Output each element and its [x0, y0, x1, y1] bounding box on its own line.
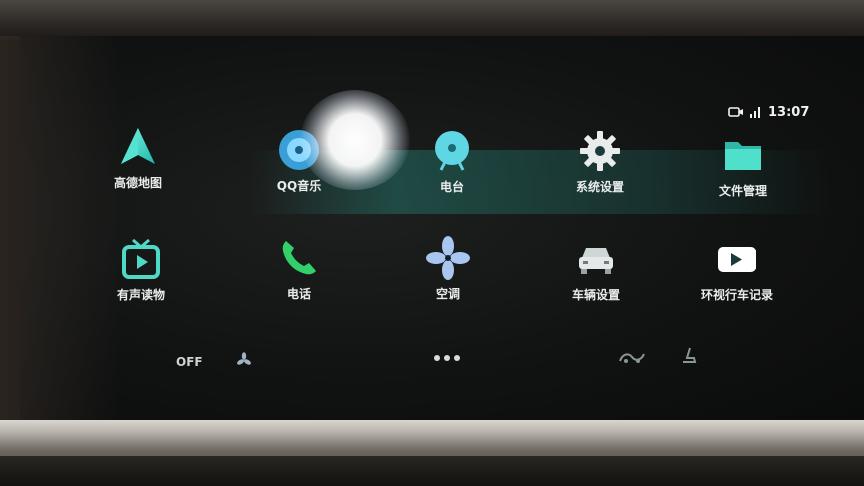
- ac-power-toggle[interactable]: OFF: [176, 355, 203, 369]
- app-audiobook[interactable]: 有声读物: [86, 236, 196, 303]
- dashboard-bezel-top: [0, 0, 864, 40]
- radio-icon: [435, 131, 469, 171]
- dashboard-panel-bottom: [0, 456, 864, 486]
- screen-reflection: [0, 36, 120, 422]
- fan-icon: [426, 236, 470, 280]
- seat-icon[interactable]: [678, 346, 698, 366]
- app-system-settings[interactable]: 系统设置: [545, 128, 655, 195]
- app-file-manager[interactable]: 文件管理: [688, 132, 798, 199]
- seat-heat-icon[interactable]: [617, 349, 647, 365]
- tv-play-icon: [122, 238, 160, 279]
- car-icon: [579, 248, 613, 274]
- more-dots-icon[interactable]: [433, 353, 461, 363]
- app-label: 车辆设置: [571, 288, 620, 302]
- app-dashcam[interactable]: 环视行车记录: [682, 236, 792, 303]
- fan-icon[interactable]: [236, 352, 252, 368]
- phone-icon: [282, 241, 316, 275]
- app-air-conditioning[interactable]: 空调: [393, 235, 503, 302]
- app-label: 高德地图: [113, 176, 162, 190]
- signal-icon: [750, 107, 760, 118]
- infotainment-screen: [20, 36, 864, 422]
- app-label: 电台: [439, 180, 464, 194]
- gear-icon: [580, 131, 620, 171]
- clock: 13:07: [768, 104, 810, 120]
- app-label: 有声读物: [116, 288, 165, 302]
- app-label: 电话: [286, 287, 311, 301]
- app-label: 空调: [435, 287, 460, 301]
- camera-icon: [728, 107, 743, 117]
- app-label: 文件管理: [718, 184, 767, 198]
- app-gaode-map[interactable]: 高德地图: [83, 124, 193, 191]
- status-bar: 13:07: [728, 103, 809, 121]
- app-radio[interactable]: 电台: [397, 128, 507, 195]
- app-label: 环视行车记录: [700, 288, 773, 302]
- light-glare: [300, 90, 410, 190]
- app-phone[interactable]: 电话: [244, 235, 354, 302]
- app-vehicle-settings[interactable]: 车辆设置: [541, 236, 651, 303]
- app-label: 系统设置: [575, 180, 624, 194]
- navigation-arrow-icon: [121, 128, 155, 164]
- video-camera-icon: [718, 247, 756, 272]
- folder-icon: [725, 142, 761, 170]
